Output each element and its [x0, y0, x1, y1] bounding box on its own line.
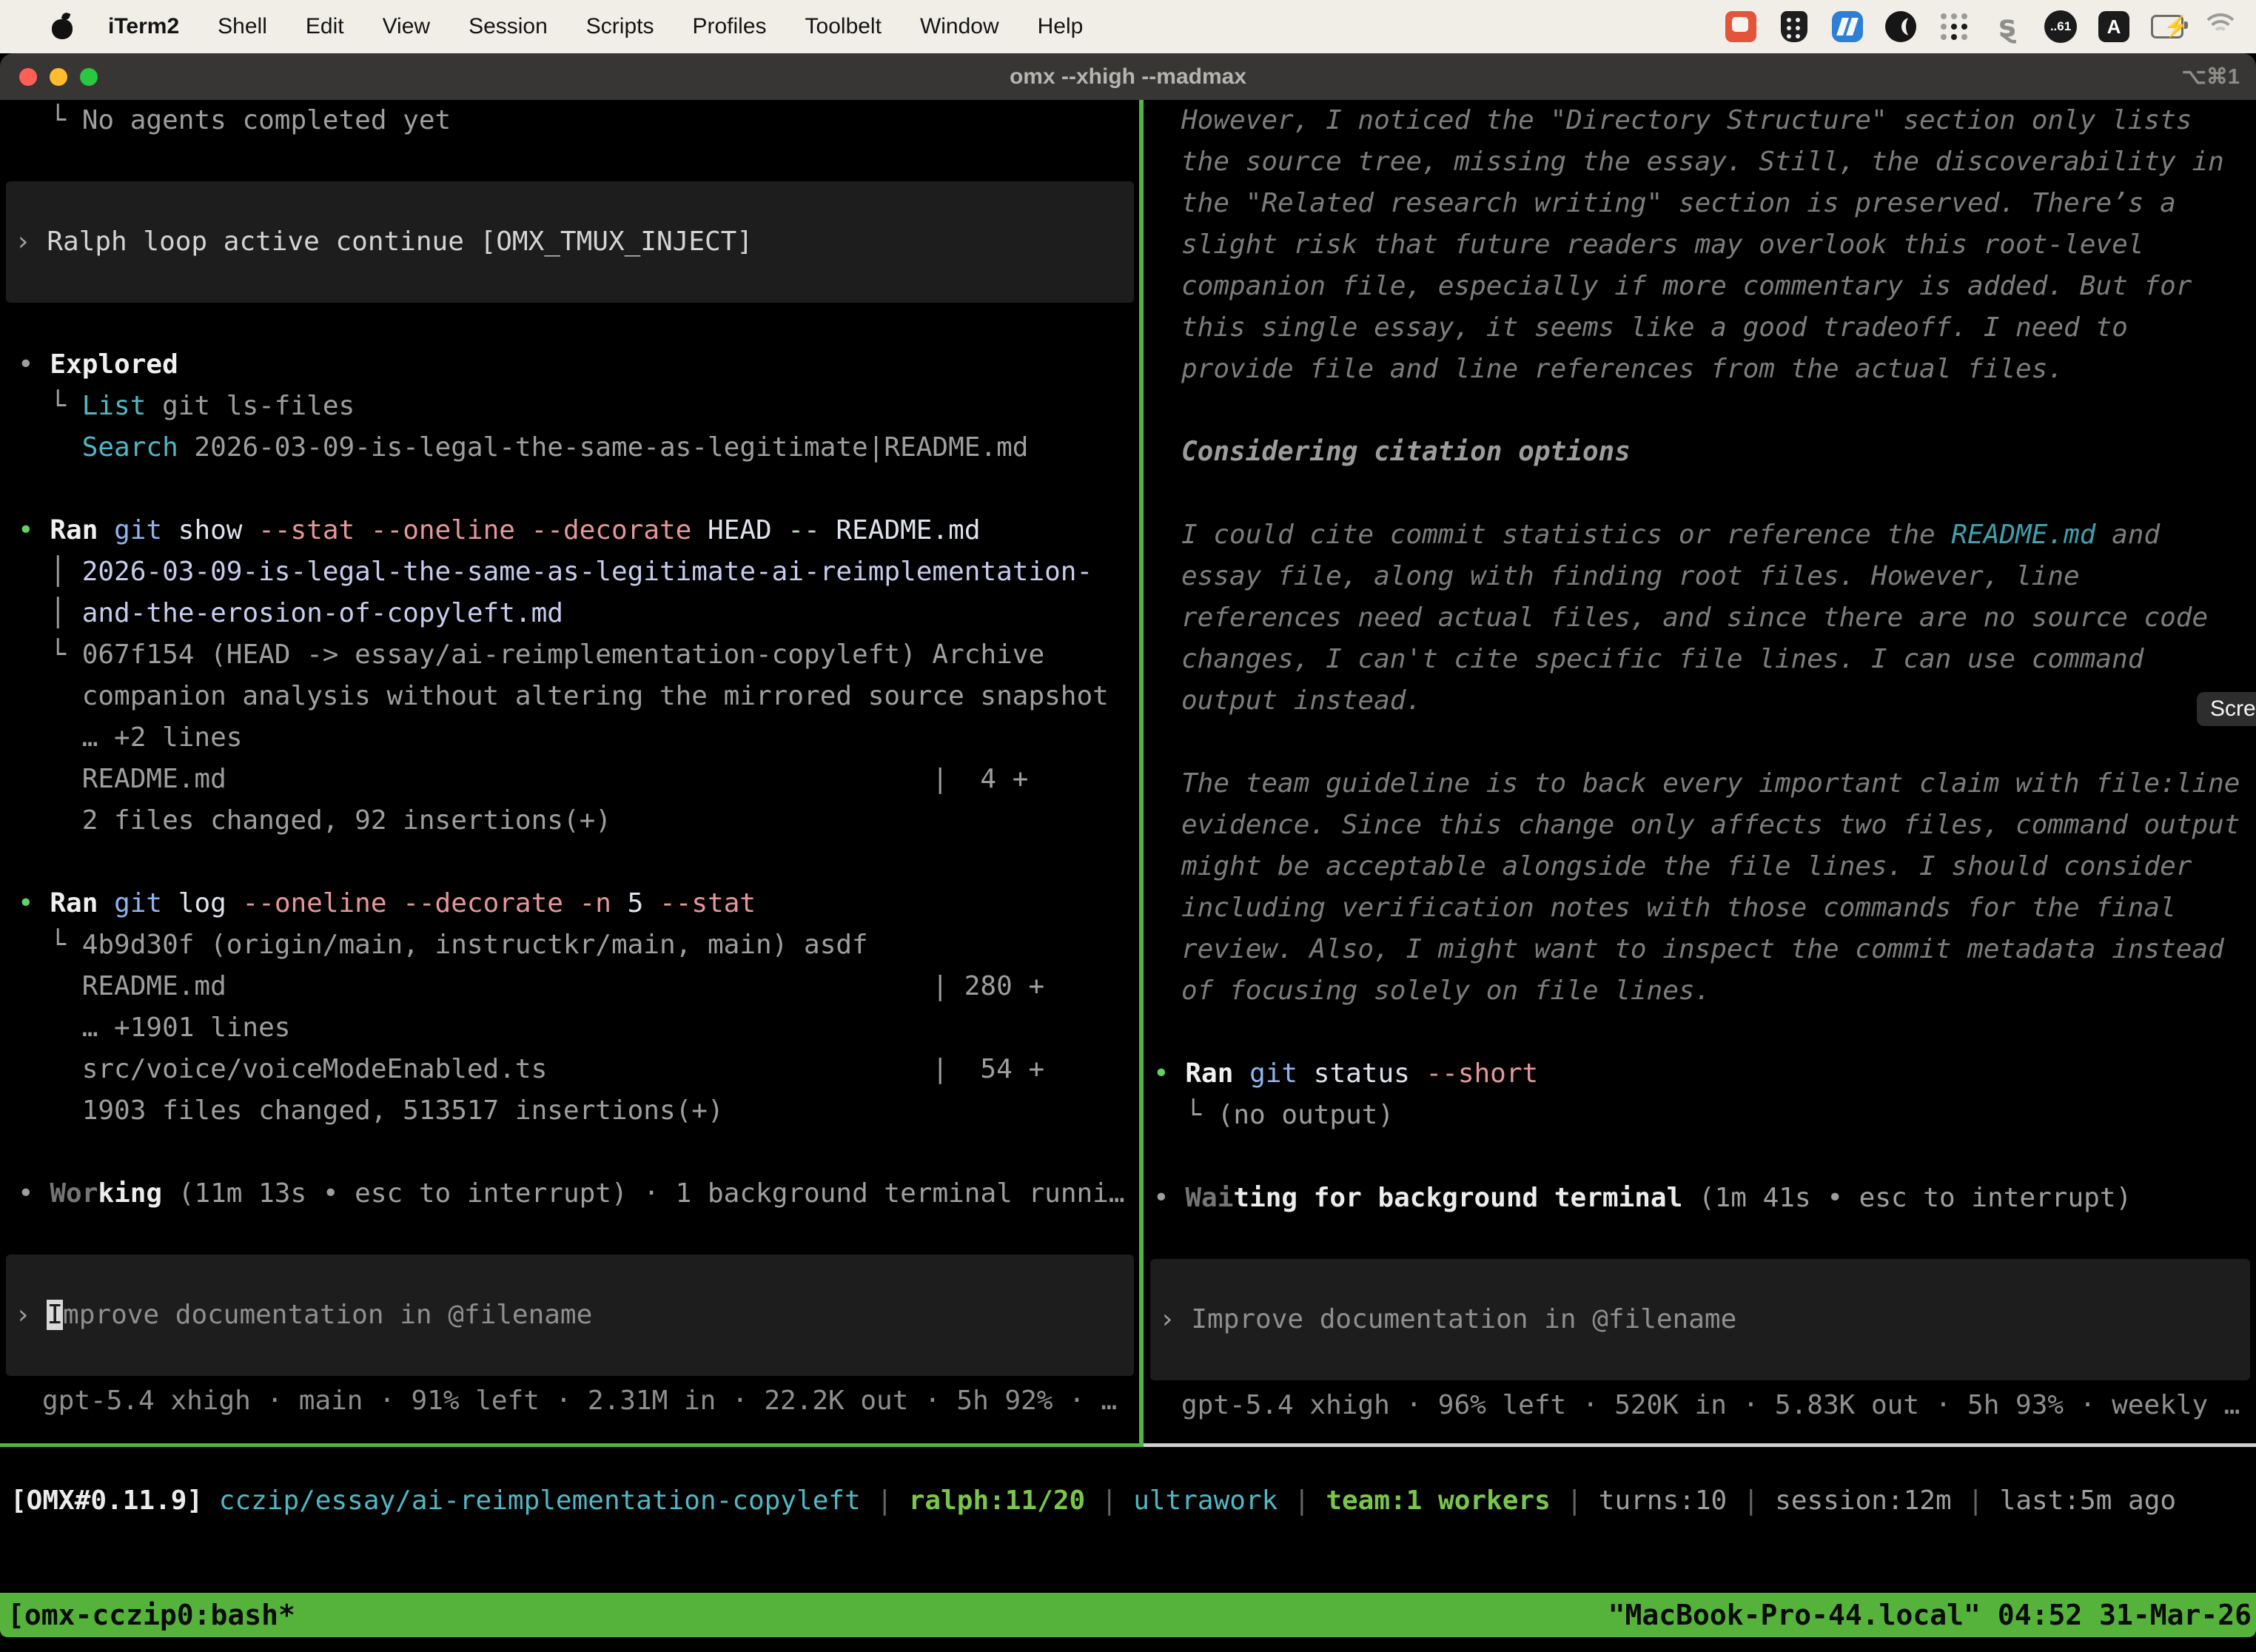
- key-squiggle-icon[interactable]: ȿ: [1991, 10, 2024, 43]
- messages-icon[interactable]: [1725, 10, 1757, 43]
- shield-grid-icon[interactable]: [1778, 10, 1810, 43]
- blank-line: [1144, 390, 2256, 432]
- terminal-line: • Ran git status --short: [1144, 1053, 2256, 1095]
- terminal-line: slight risk that future readers may over…: [1144, 224, 2256, 266]
- terminal-line: might be acceptable alongside the file l…: [1144, 846, 2256, 887]
- terminal-line: 2 files changed, 92 insertions(+): [0, 800, 1140, 842]
- terminal-line: essay file, along with finding root file…: [1144, 556, 2256, 597]
- terminal-line: README.md | 280 +: [0, 966, 1140, 1007]
- tmux-pane-left[interactable]: └ No agents completed yet › Ralph loop ac…: [0, 100, 1140, 1443]
- menu-status-icons: ȿ ..61 A ⚡: [1725, 10, 2237, 43]
- minimize-button[interactable]: [50, 68, 67, 86]
- terminal-line: │ 2026-03-09-is-legal-the-same-as-legiti…: [0, 551, 1140, 593]
- terminal-line: changes, I can't cite specific file line…: [1144, 639, 2256, 680]
- menu-bar: iTerm2 Shell Edit View Session Scripts Profile…: [0, 0, 2256, 53]
- blank-line: [0, 469, 1140, 510]
- prompt-input-box[interactable]: › Improve documentation in @filename: [1150, 1259, 2250, 1380]
- terminal-line: provide file and line references from th…: [1144, 349, 2256, 390]
- menu-item-edit[interactable]: Edit: [306, 14, 344, 39]
- terminal-line: src/voice/voiceModeEnabled.ts | 54 +: [0, 1049, 1140, 1090]
- tmux-pane-right[interactable]: However, I noticed the "Directory Struct…: [1144, 100, 2256, 1443]
- terminal[interactable]: └ No agents completed yet › Ralph loop ac…: [0, 100, 2256, 1593]
- blank-line: [1144, 1136, 2256, 1178]
- apple-menu-icon[interactable]: [52, 14, 74, 39]
- terminal-line: gpt-5.4 xhigh · main · 91% left · 2.31M …: [0, 1380, 1140, 1422]
- terminal-line: • Waiting for background terminal (1m 41…: [1144, 1178, 2256, 1219]
- menu-item-session[interactable]: Session: [469, 14, 548, 39]
- terminal-line: companion analysis without altering the …: [0, 676, 1140, 717]
- blue-chat-icon[interactable]: [1831, 10, 1864, 43]
- window-shortcut-badge: ⌥⌘1: [2181, 64, 2240, 90]
- blank-line: [0, 842, 1140, 883]
- menu-item-window[interactable]: Window: [920, 14, 999, 39]
- terminal-line: evidence. Since this change only affects…: [1144, 805, 2256, 846]
- menu-item-view[interactable]: View: [383, 14, 430, 39]
- terminal-line: • Working (11m 13s • esc to interrupt) ·…: [0, 1173, 1140, 1215]
- blank-line: [1144, 473, 2256, 514]
- omx-status-line: [OMX#0.11.9] cczip/essay/ai-reimplementa…: [10, 1480, 2176, 1522]
- terminal-line: of focusing solely on file lines.: [1144, 970, 2256, 1012]
- terminal-line: the "Related research writing" section i…: [1144, 183, 2256, 224]
- terminal-line: README.md | 4 +: [0, 759, 1140, 800]
- terminal-line: this single essay, it seems like a good …: [1144, 307, 2256, 349]
- title-bar[interactable]: omx --xhigh --madmax ⌥⌘1: [0, 53, 2256, 100]
- prompt-input-text: › Improve documentation in @filename: [6, 1295, 592, 1336]
- menu-item-shell[interactable]: Shell: [218, 14, 267, 39]
- tmux-status-bar: [omx-cczip0:bash* "MacBook-Pro-44.local"…: [0, 1593, 2256, 1637]
- terminal-line: │ and-the-erosion-of-copyleft.md: [0, 593, 1140, 634]
- wifi-icon[interactable]: [2204, 10, 2237, 43]
- terminal-line: └ 067f154 (HEAD -> essay/ai-reimplementa…: [0, 634, 1140, 676]
- menu-item-profiles[interactable]: Profiles: [692, 14, 766, 39]
- tmux-host-clock: "MacBook-Pro-44.local" 04:52 31-Mar-26: [1608, 1593, 2252, 1637]
- terminal-line: including verification notes with those …: [1144, 887, 2256, 929]
- dots-grid-icon[interactable]: [1938, 10, 1970, 43]
- pane-bottom-border-active: [0, 1443, 1139, 1447]
- terminal-line: └ (no output): [1144, 1095, 2256, 1136]
- prompt-input-box[interactable]: › Improve documentation in @filename: [6, 1255, 1134, 1376]
- prompt-input-text: › Improve documentation in @filename: [1150, 1299, 1736, 1340]
- blank-line: [1144, 722, 2256, 763]
- terminal-line: • Explored: [0, 344, 1140, 386]
- terminal-line: output instead.: [1144, 680, 2256, 722]
- screen-tooltip: Scre: [2197, 692, 2256, 726]
- tmux-session-label: [omx-cczip0:bash*: [7, 1593, 295, 1637]
- terminal-line: Search 2026-03-09-is-legal-the-same-as-l…: [0, 427, 1140, 469]
- terminal-line: The team guideline is to back every impo…: [1144, 763, 2256, 805]
- zoom-button[interactable]: [80, 68, 98, 86]
- iterm-window: omx --xhigh --madmax ⌥⌘1 └ No agents com…: [0, 53, 2256, 1637]
- terminal-line: └ List git ls-files: [0, 386, 1140, 427]
- terminal-line: └ No agents completed yet: [0, 100, 1140, 141]
- a-key-icon[interactable]: A: [2098, 10, 2130, 43]
- terminal-line: companion file, especially if more comme…: [1144, 266, 2256, 307]
- terminal-line: However, I noticed the "Directory Struct…: [1144, 100, 2256, 141]
- window-title: omx --xhigh --madmax: [0, 64, 2256, 90]
- prompt-input-text: › Ralph loop active continue [OMX_TMUX_I…: [6, 221, 753, 263]
- terminal-line: Considering citation options: [1144, 432, 2256, 473]
- menu-item-iterm2[interactable]: iTerm2: [108, 14, 179, 39]
- menu-item-toolbelt[interactable]: Toolbelt: [805, 14, 882, 39]
- terminal-line: └ 4b9d30f (origin/main, instructkr/main,…: [0, 924, 1140, 966]
- terminal-line: references need actual files, and since …: [1144, 597, 2256, 639]
- pane-bottom-border-inactive: [1144, 1443, 2256, 1447]
- blank-line: [0, 1132, 1140, 1173]
- terminal-line: the source tree, missing the essay. Stil…: [1144, 141, 2256, 183]
- terminal-line: review. Also, I might want to inspect th…: [1144, 929, 2256, 970]
- terminal-line: 1903 files changed, 513517 insertions(+): [0, 1090, 1140, 1132]
- badge-61-icon[interactable]: ..61: [2044, 10, 2077, 43]
- pane-divider[interactable]: [1139, 100, 1144, 1447]
- terminal-line: … +2 lines: [0, 717, 1140, 759]
- terminal-line: • Ran git show --stat --oneline --decora…: [0, 510, 1140, 551]
- menu-items: iTerm2 Shell Edit View Session Scripts Profile…: [108, 14, 1121, 39]
- moon-circle-icon[interactable]: [1884, 10, 1917, 43]
- terminal-line: gpt-5.4 xhigh · 96% left · 520K in · 5.8…: [1144, 1385, 2256, 1426]
- prompt-input-box[interactable]: › Ralph loop active continue [OMX_TMUX_I…: [6, 181, 1134, 303]
- close-button[interactable]: [19, 68, 37, 86]
- blank-line: [1144, 1012, 2256, 1053]
- terminal-line: … +1901 lines: [0, 1007, 1140, 1049]
- battery-charging-icon[interactable]: ⚡: [2151, 10, 2183, 43]
- terminal-line: I could cite commit statistics or refere…: [1144, 514, 2256, 556]
- terminal-line: • Ran git log --oneline --decorate -n 5 …: [0, 883, 1140, 924]
- menu-item-scripts[interactable]: Scripts: [586, 14, 654, 39]
- menu-item-help[interactable]: Help: [1038, 14, 1084, 39]
